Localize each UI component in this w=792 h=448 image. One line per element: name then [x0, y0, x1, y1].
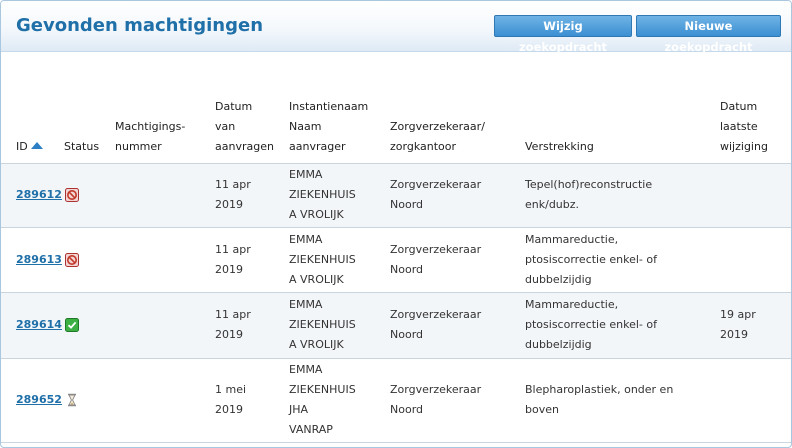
cell-verzekeraar: Zorgverzekeraar Noord	[386, 358, 521, 443]
cell-instantie: EMMA ZIEKENHUIS JHA VANRAP	[285, 358, 386, 443]
cell-verstrekking: Blepharoplastiek, onder en boven	[521, 358, 716, 443]
cell-instantie: EMMA ZIEKENHUIS A VROLIJK	[285, 163, 386, 228]
cell-verzekeraar: Zorgverzekeraar Noord	[386, 227, 521, 293]
results-panel: Gevonden machtigingen Wijzig zoekopdrach…	[0, 0, 792, 448]
cell-id: 289652	[1, 358, 62, 443]
id-link[interactable]: 289614	[16, 318, 62, 331]
column-header-id[interactable]: ID	[1, 52, 60, 164]
cell-last-changed: 19 apr 2019	[716, 292, 791, 359]
cell-status	[60, 227, 111, 293]
id-link[interactable]: 289613	[16, 253, 62, 266]
pending-hourglass-icon	[65, 393, 79, 407]
cell-status	[60, 358, 111, 443]
cell-instantie: EMMA ZIEKENHUIS A VROLIJK	[285, 292, 386, 359]
id-link[interactable]: 289652	[16, 393, 62, 406]
column-header-verstrekking: Verstrekking	[521, 52, 716, 164]
cell-machtigingsnummer	[111, 292, 211, 359]
column-header-status: Status	[60, 52, 111, 164]
panel-header: Gevonden machtigingen Wijzig zoekopdrach…	[1, 1, 791, 54]
cell-id: 289614	[1, 292, 62, 359]
cell-last-changed	[716, 227, 791, 293]
cell-id: 289612	[1, 163, 62, 228]
cell-status	[60, 292, 111, 359]
table-header-row: ID Status Machtigings-nummer Datum van aan…	[1, 52, 791, 164]
cell-last-changed	[716, 163, 791, 228]
rejected-icon	[65, 188, 79, 202]
table-row[interactable]: 289613 11 apr 2019 EMMA ZIEKENHUIS A VROLIJ…	[1, 227, 791, 293]
cell-date: 11 apr 2019	[211, 292, 285, 359]
column-header-zorgverzekeraar: Zorgverzekeraar/zorgkantoor	[386, 52, 521, 164]
edit-search-button[interactable]: Wijzig zoekopdracht	[494, 15, 632, 54]
new-search-button[interactable]: Nieuwe zoekopdracht	[636, 15, 781, 54]
cell-status	[60, 163, 111, 228]
id-link[interactable]: 289612	[16, 188, 62, 201]
cell-date: 11 apr 2019	[211, 227, 285, 293]
cell-machtigingsnummer	[111, 358, 211, 443]
cell-verzekeraar: Zorgverzekeraar Noord	[386, 163, 521, 228]
cell-machtigingsnummer	[111, 163, 211, 228]
cell-verstrekking: Mammareductie, ptosiscorrectie enkel- of d…	[521, 227, 716, 293]
column-header-instantienaam: Instantienaam Naam aanvrager	[285, 52, 386, 164]
rejected-icon	[65, 252, 79, 267]
cell-verstrekking: Tepel(hof)reconstructie enk/dubz.	[521, 163, 716, 228]
column-header-laatste-wijziging: Datum laatste wijziging	[716, 52, 791, 164]
sort-ascending-icon[interactable]	[30, 141, 43, 149]
approved-icon	[65, 318, 79, 332]
cell-verzekeraar: Zorgverzekeraar Noord	[386, 292, 521, 359]
results-table: ID Status Machtigings-nummer Datum van aan…	[1, 52, 791, 443]
cell-date: 1 mei 2019	[211, 358, 285, 443]
table-row[interactable]: 289652 1 mei 2019 EMMA ZIEKENHUIS JHA VANRAP…	[1, 358, 791, 443]
cell-last-changed	[716, 358, 791, 443]
cell-instantie: EMMA ZIEKENHUIS A VROLIJK	[285, 227, 386, 293]
cell-id: 289613	[1, 227, 62, 293]
table-row[interactable]: 289614 11 apr 2019 EMMA ZIEKENHUIS A VROLIJ…	[1, 292, 791, 359]
table-row[interactable]: 289612 11 apr 2019 EMMA ZIEKENHUIS A VROLIJ…	[1, 163, 791, 228]
cell-machtigingsnummer	[111, 227, 211, 293]
cell-date: 11 apr 2019	[211, 163, 285, 228]
cell-verstrekking: Mammareductie, ptosiscorrectie enkel- of d…	[521, 292, 716, 359]
column-header-machtigingsnummer: Machtigings-nummer	[111, 52, 211, 164]
page-title: Gevonden machtigingen	[16, 15, 264, 36]
column-header-datum-aanvragen: Datum van aanvragen	[211, 52, 285, 164]
